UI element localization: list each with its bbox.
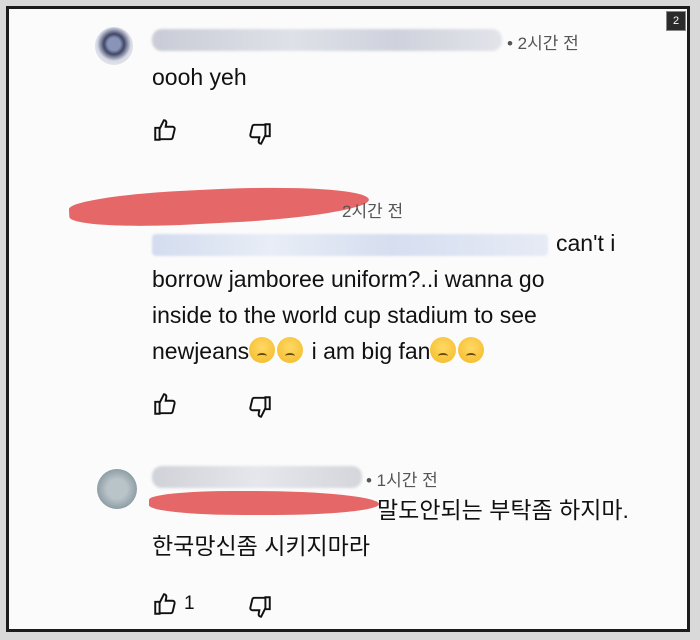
comment-line: newjeans xyxy=(152,338,250,364)
comment-line: 한국망신좀 시키지마라 xyxy=(152,533,370,559)
crying-face-emoji xyxy=(430,337,457,363)
comment-time: 2시간 전 xyxy=(342,202,404,221)
comment-text: can't i borrow jamboree uniform?..i wann… xyxy=(152,225,672,369)
username-blurred[interactable] xyxy=(152,466,362,488)
crying-face-emoji xyxy=(277,337,304,363)
crying-face-emoji xyxy=(249,337,276,363)
comment-text: oooh yeh xyxy=(152,64,247,90)
thumbs-down-icon xyxy=(249,596,271,618)
comment-line: i am big fan xyxy=(305,338,431,364)
like-count: 1 xyxy=(184,593,195,614)
avatar[interactable] xyxy=(97,469,137,509)
comment-time: • 1시간 전 xyxy=(366,471,438,490)
comment-time: • 2시간 전 xyxy=(507,34,579,53)
dislike-button[interactable] xyxy=(247,121,273,147)
dislike-button[interactable] xyxy=(247,594,273,620)
thumbs-up-icon xyxy=(154,119,176,141)
like-button[interactable]: 1 xyxy=(152,591,195,617)
username-blurred[interactable] xyxy=(152,29,502,51)
like-button[interactable] xyxy=(152,391,184,417)
avatar[interactable] xyxy=(95,27,133,65)
red-redaction-scribble xyxy=(68,181,370,231)
comment-line: 말도안되는 부탁좀 하지마. xyxy=(377,497,629,523)
like-button[interactable] xyxy=(152,117,184,143)
thumbs-down-icon xyxy=(249,123,271,145)
mention-blurred[interactable] xyxy=(152,233,548,256)
comment-line: inside to the world cup stadium to see xyxy=(152,302,537,328)
comment-line: borrow jamboree uniform?..i wanna go xyxy=(152,266,545,292)
comment-text: 말도안되는 부탁좀 하지마. 한국망신좀 시키지마라 xyxy=(152,492,672,564)
thumbs-up-icon xyxy=(154,393,176,415)
comment-line: can't i xyxy=(556,230,616,256)
thumbs-down-icon xyxy=(249,396,271,418)
screenshot-frame: • 2시간 전 oooh yeh 2시간 전 can't i borrow ja… xyxy=(6,6,690,632)
thumbs-up-icon xyxy=(154,593,176,615)
dislike-button[interactable] xyxy=(247,394,273,420)
page-number-badge: 2 xyxy=(666,11,686,31)
crying-face-emoji xyxy=(458,337,485,363)
